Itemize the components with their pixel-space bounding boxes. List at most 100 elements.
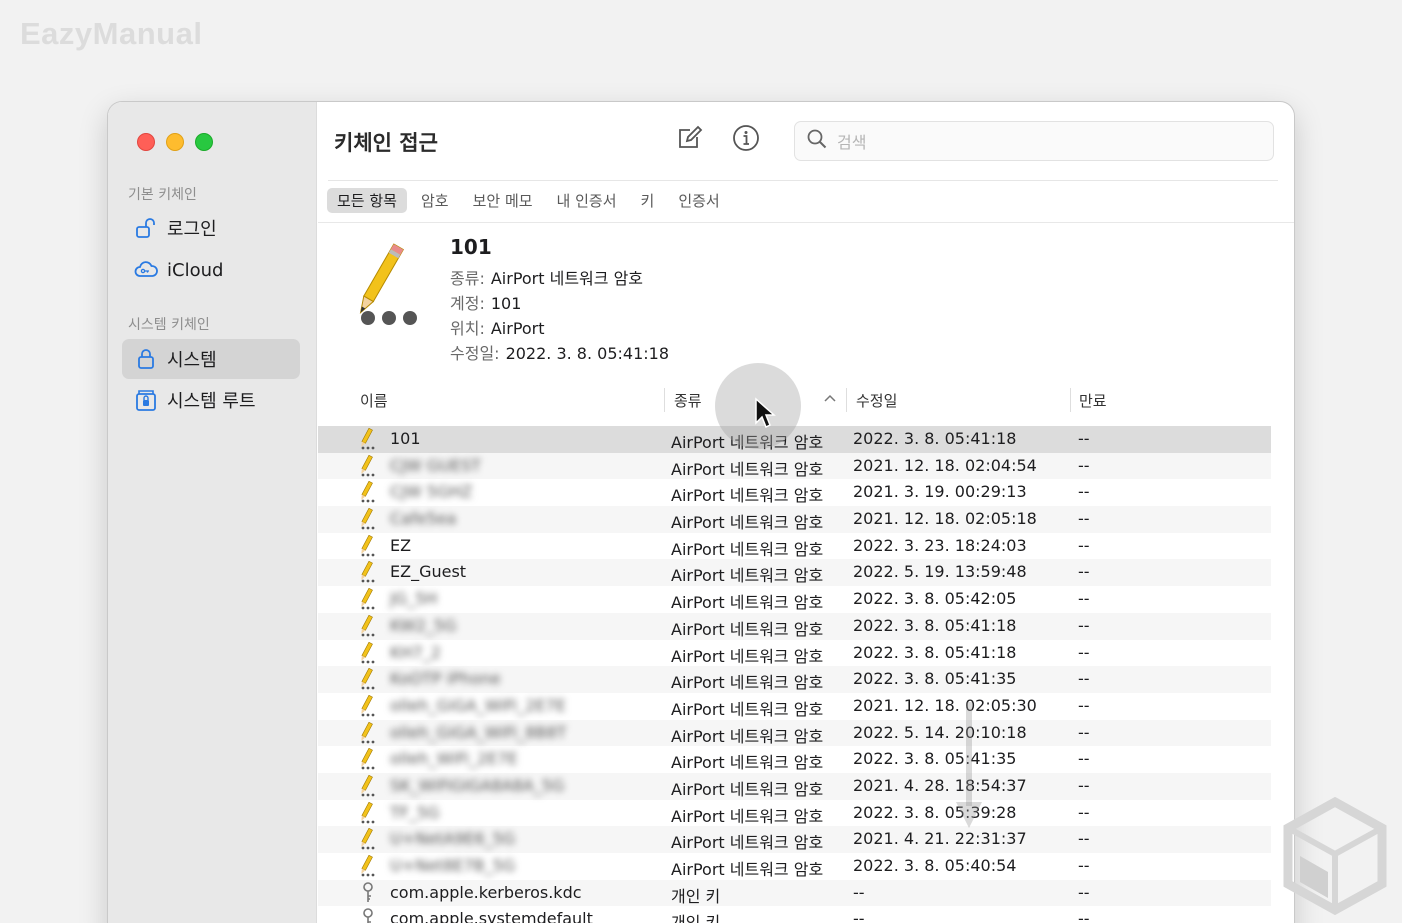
table-row[interactable]: EZ_Guest AirPort 네트워크 암호 2022. 5. 19. 13:5… [318,559,1271,587]
cloud-icon [134,258,158,282]
column-header-expires[interactable]: 만료 [1079,390,1107,411]
cell-name: U+NetA9E6_5G [390,829,516,849]
table-row[interactable]: KH7_2 AirPort 네트워크 암호 2022. 3. 8. 05:41:18… [318,640,1271,667]
cell-kind: AirPort 네트워크 암호 [671,833,824,853]
search-input[interactable]: 검색 [794,121,1274,161]
cell-modified: -- [853,909,865,923]
cell-modified: 2022. 3. 8. 05:41:18 [853,642,1017,662]
cell-expires: -- [1078,882,1090,902]
cell-expires: -- [1078,722,1090,742]
cell-expires: -- [1078,429,1090,448]
table-row[interactable]: com.apple.kerberos.kdc 개인 키 -- -- [318,879,1271,907]
info-button[interactable] [732,125,760,154]
table-row[interactable]: olleh_WiFi_2E7E AirPort 네트워크 암호 2022. 3. 8… [318,746,1271,773]
detail-account: 계정: 101 [450,294,522,313]
window-title: 키체인 접근 [334,131,438,155]
cell-expires: -- [1078,562,1090,582]
password-icon [356,587,380,610]
detail-where: 위치: AirPort [450,319,545,338]
cell-modified: 2022. 3. 8. 05:41:35 [853,669,1017,689]
tab-secure-notes[interactable]: 보안 메모 [463,188,543,213]
cell-kind: AirPort 네트워크 암호 [671,860,824,879]
cell-expires: -- [1078,482,1090,502]
cell-modified: 2022. 3. 8. 05:39:28 [853,802,1017,822]
cell-kind: AirPort 네트워크 암호 [671,486,824,506]
column-divider[interactable] [1070,388,1071,412]
tab-certificates[interactable]: 인증서 [668,188,729,213]
cell-kind: 개인 키 [671,913,721,923]
cell-modified: 2022. 3. 8. 05:41:35 [853,749,1017,769]
keychain-items-list: 101 AirPort 네트워크 암호 2022. 3. 8. 05:41:18 --… [318,426,1271,923]
table-row[interactable]: U+Net8E7B_5G AirPort 네트워크 암호 2022. 3. 8. 0… [318,853,1271,880]
table-row[interactable]: KoOTP iPhone AirPort 네트워크 암호 2022. 3. 8. 0… [318,666,1271,693]
column-header-name[interactable]: 이름 [360,390,388,411]
detail-kind: 종류: AirPort 네트워크 암호 [450,269,644,288]
table-row[interactable]: U+NetA9E6_5G AirPort 네트워크 암호 2021. 4. 21. … [318,826,1271,853]
table-row[interactable]: SK_WiFiGIGA8A8A_5G AirPort 네트워크 암호 2021. 4… [318,772,1271,800]
cell-name: SK_WiFiGIGA8A8A_5G [390,775,565,795]
column-divider[interactable] [664,388,665,412]
table-row[interactable]: CJW 5GHZ AirPort 네트워크 암호 2021. 3. 19. 00:2… [318,479,1271,506]
cell-expires: -- [1078,535,1090,555]
sidebar-heading-system: 시스템 키체인 [128,317,210,333]
table-row[interactable]: com.apple.systemdefault 개인 키 -- -- [318,906,1271,923]
password-icon [356,481,380,503]
main-pane: 키체인 접근 검색 모든 항목 암호 보안 메모 내 인증서 키 인증서 101… [318,102,1294,923]
cell-name: KW2_5G [390,615,457,635]
cell-expires: -- [1078,775,1090,795]
cell-name: KH7_2 [390,642,441,662]
tab-all-items[interactable]: 모든 항목 [327,188,407,213]
sidebar-item-login[interactable]: 로그인 [122,208,300,248]
cell-kind: AirPort 네트워크 암호 [671,459,824,479]
column-divider[interactable] [846,388,847,412]
sidebar-item-label: 시스템 [167,350,217,371]
cell-name: 101 [390,429,421,448]
tab-passwords[interactable]: 암호 [411,188,459,213]
password-icon [356,507,380,530]
cell-name: olleh_WiFi_2E7E [390,749,518,769]
table-row[interactable]: olleh_GiGA_WiFi_2E7E AirPort 네트워크 암호 2021.… [318,693,1271,720]
cell-modified: -- [853,882,865,902]
table-row[interactable]: CJW GUEST AirPort 네트워크 암호 2021. 12. 18. 02… [318,452,1271,480]
cell-name: olleh_GiGA_WiFi_8B8T [390,722,567,742]
password-icon [356,641,380,664]
table-row[interactable]: EZ AirPort 네트워크 암호 2022. 3. 23. 18:24:03 -- [318,533,1271,560]
cell-name: JG_5H [390,589,438,609]
table-row[interactable]: olleh_GiGA_WiFi_8B8T AirPort 네트워크 암호 2022.… [318,719,1271,747]
sidebar: 기본 키체인 로그인 iCloud 시스템 키체인 시스템 시스템 루트 [108,102,317,923]
new-item-button[interactable] [676,125,704,154]
cell-modified: 2022. 3. 8. 05:41:18 [853,429,1017,448]
password-icon [356,668,380,690]
zoom-window-button[interactable] [195,133,213,151]
cell-modified: 2021. 4. 21. 22:31:37 [853,829,1027,849]
sort-ascending-icon [823,392,837,406]
column-header-modified[interactable]: 수정일 [856,390,897,411]
cell-modified: 2022. 3. 8. 05:42:05 [853,589,1017,609]
detail-modified: 수정일: 2022. 3. 8. 05:41:18 [450,344,670,363]
cell-expires: -- [1078,856,1090,875]
sidebar-item-label: 시스템 루트 [167,391,256,412]
cell-modified: 2022. 5. 19. 13:59:48 [853,562,1027,582]
sidebar-item-system-root[interactable]: 시스템 루트 [122,380,300,420]
sidebar-item-system[interactable]: 시스템 [122,339,300,379]
tab-keys[interactable]: 키 [631,188,665,213]
table-row[interactable]: 101 AirPort 네트워크 암호 2022. 3. 8. 05:41:18 -- [318,426,1271,453]
cell-name: U+Net8E7B_5G [390,856,516,875]
table-row[interactable]: Cafe5ea AirPort 네트워크 암호 2021. 12. 18. 02:0… [318,506,1271,533]
cell-name: com.apple.systemdefault [390,909,593,923]
tab-my-certificates[interactable]: 내 인증서 [547,188,627,213]
sidebar-item-icloud[interactable]: iCloud [122,250,300,290]
cabinet-lock-icon [134,388,158,412]
cell-name: olleh_GiGA_WiFi_2E7E [390,695,566,715]
search-placeholder: 검색 [837,133,867,152]
table-row[interactable]: KW2_5G AirPort 네트워크 암호 2022. 3. 8. 05:41:1… [318,612,1271,640]
table-row[interactable]: JG_5H AirPort 네트워크 암호 2022. 3. 8. 05:42:05… [318,586,1271,613]
close-window-button[interactable] [137,133,155,151]
cell-name: EZ_Guest [390,562,467,582]
column-header-kind[interactable]: 종류 [674,390,702,411]
cell-modified: 2021. 12. 18. 02:04:54 [853,455,1037,475]
minimize-window-button[interactable] [166,133,184,151]
table-row[interactable]: TF_5G AirPort 네트워크 암호 2022. 3. 8. 05:39:28… [318,800,1271,827]
cell-name: CJW GUEST [390,455,481,475]
cell-expires: -- [1078,615,1090,635]
